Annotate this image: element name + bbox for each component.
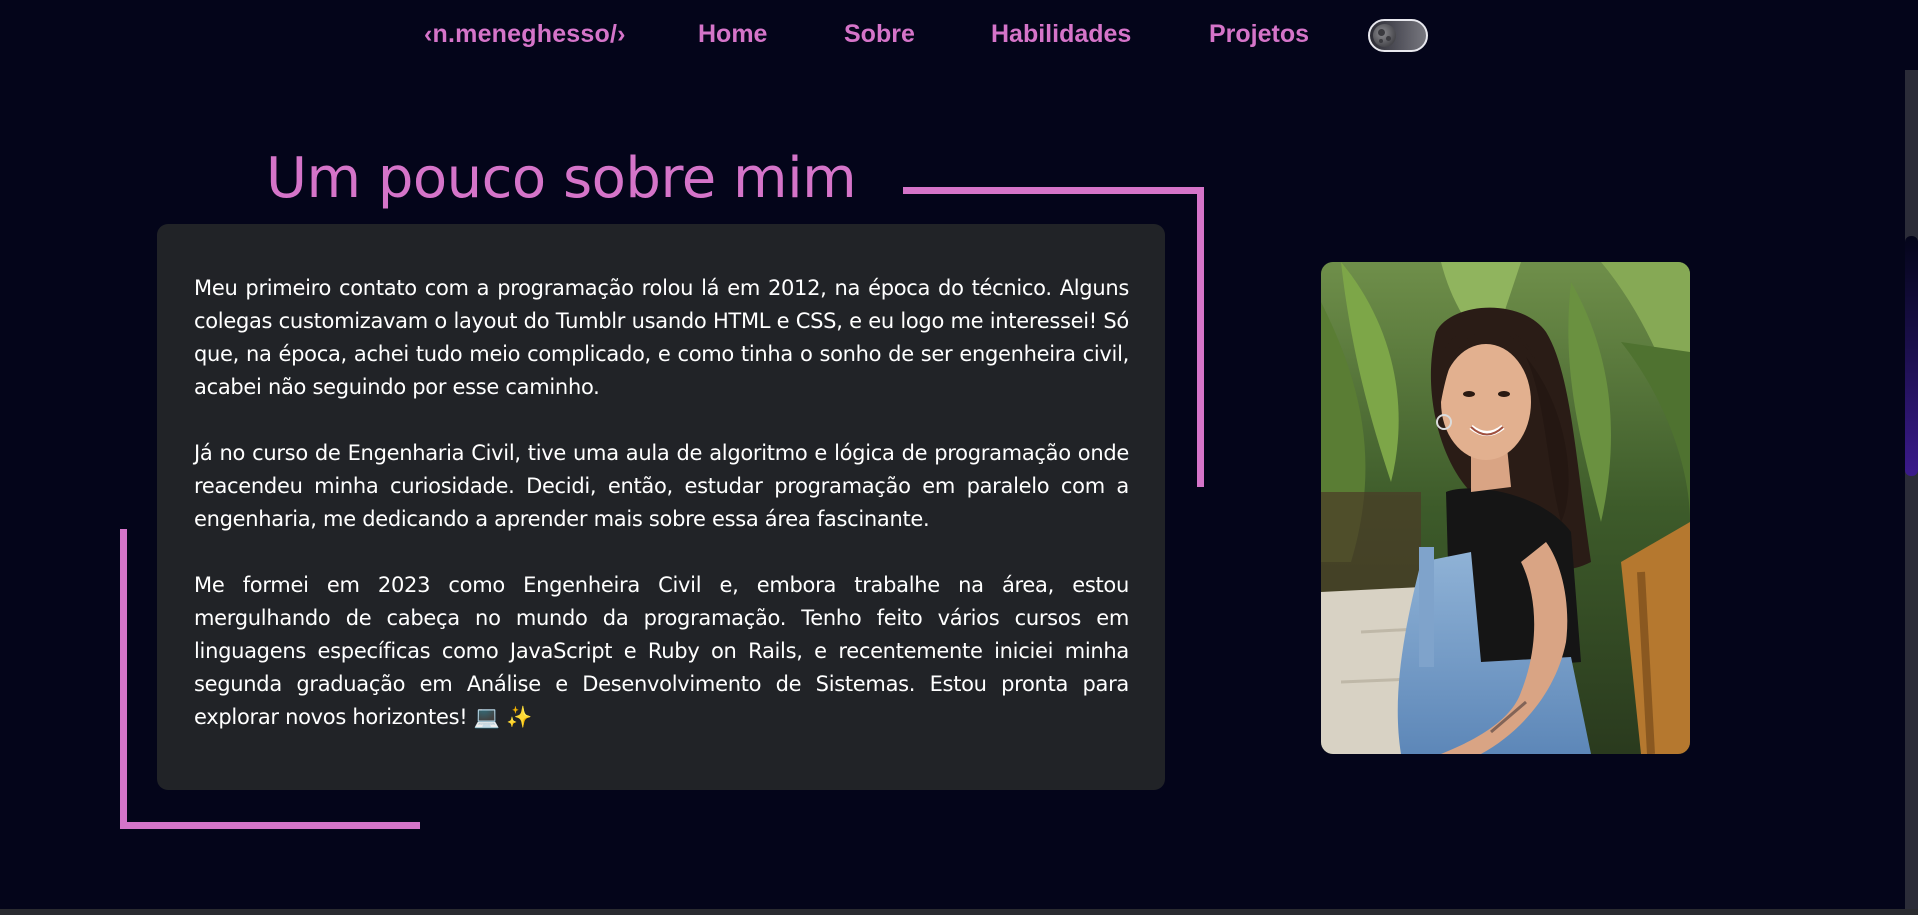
nav-link-projetos[interactable]: Projetos <box>1209 20 1309 49</box>
profile-photo <box>1321 262 1690 754</box>
nav-link-habilidades[interactable]: Habilidades <box>991 20 1131 49</box>
decorative-frame-bottom <box>120 822 420 829</box>
decorative-frame-right <box>1197 187 1204 487</box>
scrollbar-thumb[interactable] <box>1905 236 1918 476</box>
page: ‹n.meneghesso/› Home Sobre Habilidades P… <box>0 0 1918 915</box>
section-title: Um pouco sobre mim <box>266 146 857 211</box>
moon-icon <box>1373 24 1396 47</box>
about-text-card: Meu primeiro contato com a programação r… <box>157 224 1165 790</box>
about-paragraph: Me formei em 2023 como Engenheira Civil … <box>194 573 1129 729</box>
scrollbar-track[interactable] <box>1905 70 1918 915</box>
decorative-frame-top <box>903 187 1204 194</box>
about-paragraph: Meu primeiro contato com a programação r… <box>194 276 1129 399</box>
about-paragraph: Já no curso de Engenharia Civil, tive um… <box>194 441 1129 531</box>
site-logo[interactable]: ‹n.meneghesso/› <box>424 20 626 49</box>
nav-link-home[interactable]: Home <box>698 20 767 49</box>
nav-link-sobre[interactable]: Sobre <box>844 20 915 49</box>
decorative-frame-left <box>120 529 127 829</box>
bottom-edge <box>0 909 1918 915</box>
theme-toggle[interactable] <box>1368 19 1428 52</box>
